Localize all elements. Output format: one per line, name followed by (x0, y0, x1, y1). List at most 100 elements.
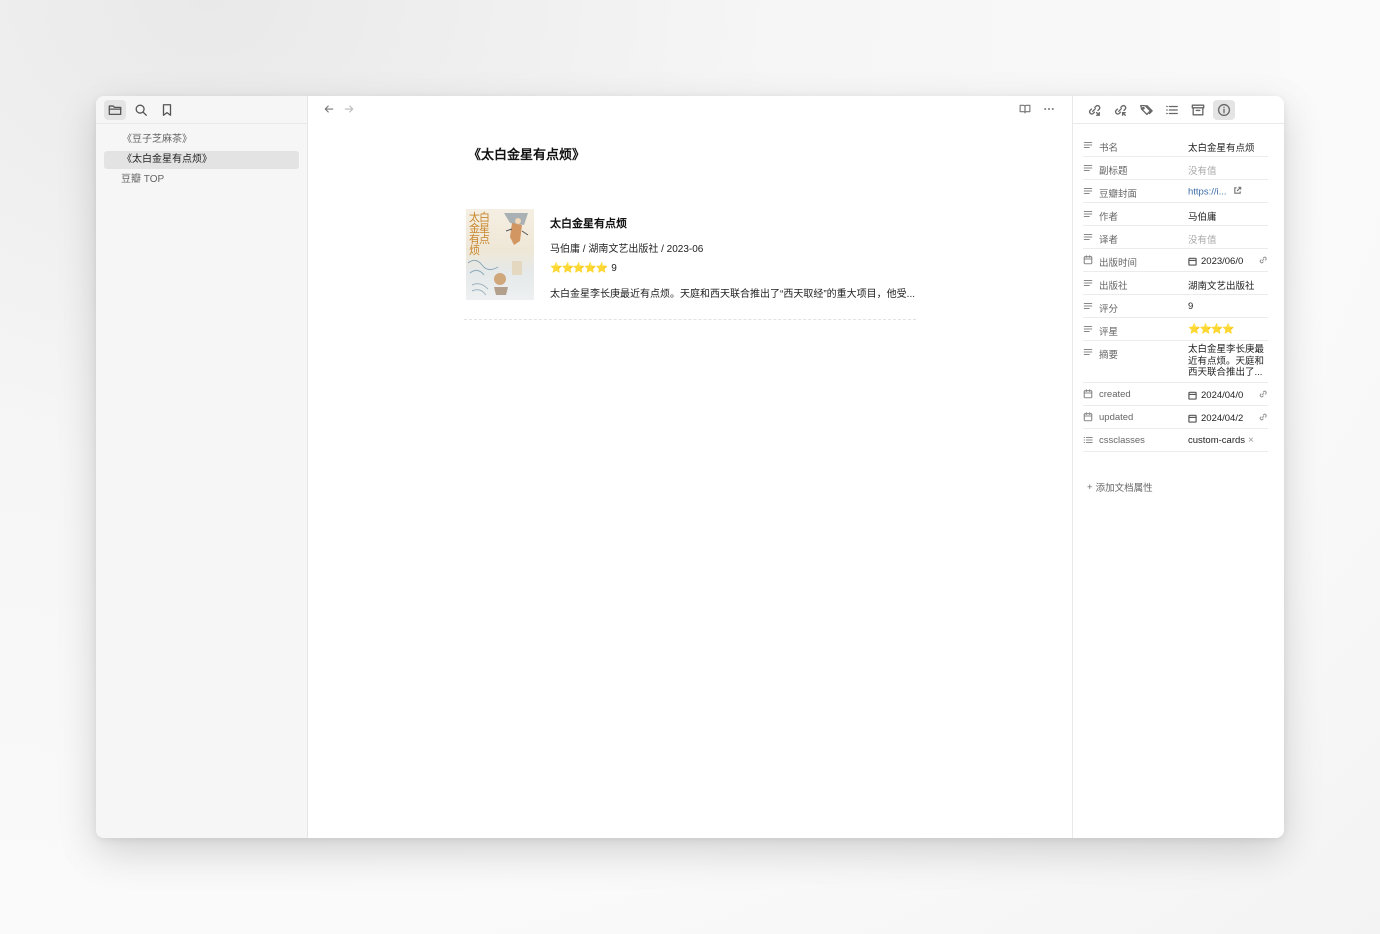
property-value[interactable]: ⭐⭐⭐⭐ (1188, 318, 1268, 335)
sidebar-toolbar (96, 96, 307, 124)
book-summary: 太白金星李长庚最近有点烦。天庭和西天联合推出了“西天取经”的重大项目，他受... (550, 289, 915, 300)
book-meta: 马伯庸 / 湖南文艺出版社 / 2023-06 (550, 244, 704, 255)
property-key[interactable]: 译者 (1099, 226, 1188, 246)
book-cover-image: 太白金星有点烦 (466, 209, 534, 300)
property-value[interactable]: 太白金星李长庚最近有点烦。天庭和西天联合推出了... (1188, 341, 1268, 381)
property-key[interactable]: 评分 (1099, 295, 1188, 315)
file-tree: 《豆子芝麻茶》 《太白金星有点烦》 豆瓣 TOP (96, 124, 307, 189)
archive-button[interactable] (1187, 100, 1209, 120)
property-row: 摘要 太白金星李长庚最近有点烦。天庭和西天联合推出了... (1083, 341, 1268, 383)
note-title[interactable]: 《太白金星有点烦》 (468, 144, 585, 163)
external-link-icon[interactable] (1233, 186, 1242, 198)
backlinks-button[interactable] (1083, 100, 1105, 120)
text-icon[interactable] (1083, 180, 1099, 199)
outline-button[interactable] (1161, 100, 1183, 120)
property-key[interactable]: 豆瓣封面 (1099, 180, 1188, 200)
calendar-small-icon (1188, 414, 1197, 423)
book-title: 太白金星有点烦 (550, 218, 627, 230)
property-link-value[interactable]: https://i... (1188, 180, 1268, 198)
date-text: 2024/04/2 (1201, 413, 1244, 424)
tags-button[interactable] (1135, 100, 1157, 120)
property-row: 评星 ⭐⭐⭐⭐ (1083, 318, 1268, 341)
text-icon[interactable] (1083, 295, 1099, 314)
calendar-icon[interactable] (1083, 383, 1099, 402)
file-sidebar: 《豆子芝麻茶》 《太白金星有点烦》 豆瓣 TOP (96, 96, 308, 838)
property-row: 出版社 湖南文艺出版社 (1083, 272, 1268, 295)
more-options-button[interactable] (1040, 100, 1058, 118)
remove-icon[interactable]: × (1248, 435, 1254, 446)
calendar-small-icon (1188, 391, 1197, 400)
property-tag-value[interactable]: custom-cards × (1188, 429, 1268, 446)
file-properties-button[interactable] (1213, 99, 1235, 120)
cover-figure-illustration (504, 213, 529, 245)
link-in-icon (1089, 104, 1101, 116)
property-value[interactable]: 马伯庸 (1188, 203, 1268, 223)
property-key[interactable]: 摘要 (1099, 341, 1188, 361)
property-key[interactable]: cssclasses (1099, 429, 1188, 446)
property-row: 评分 9 (1083, 295, 1268, 318)
property-value[interactable]: 没有值 (1188, 226, 1268, 246)
text-icon[interactable] (1083, 318, 1099, 337)
link-icon[interactable] (1258, 389, 1268, 402)
css-class-pill[interactable]: custom-cards (1188, 435, 1245, 446)
property-date-value[interactable]: 2024/04/2 (1188, 406, 1268, 425)
text-icon[interactable] (1083, 203, 1099, 222)
search-icon (135, 104, 147, 116)
text-icon[interactable] (1083, 157, 1099, 176)
property-key[interactable]: 出版社 (1099, 272, 1188, 292)
file-tree-item[interactable]: 豆瓣 TOP (104, 171, 299, 189)
bookmarks-button[interactable] (156, 100, 178, 120)
text-icon[interactable] (1083, 341, 1099, 360)
link-icon[interactable] (1258, 255, 1268, 268)
link-text[interactable]: https://i... (1188, 187, 1227, 198)
book-rating: ⭐⭐⭐⭐⭐ 9 (550, 263, 617, 274)
add-property-label: 添加文档属性 (1095, 483, 1153, 494)
property-row: 作者 马伯庸 (1083, 203, 1268, 226)
property-key[interactable]: 评星 (1099, 318, 1188, 338)
property-key[interactable]: updated (1099, 406, 1188, 423)
arrow-right-icon (344, 105, 354, 113)
file-tree-item[interactable]: 《豆子芝麻茶》 (104, 131, 299, 149)
book-card[interactable]: 太白金星有点烦 太白金星有点烦 马伯庸 / 湖南文艺出版社 / 2023-06 … (464, 206, 916, 320)
link-out-icon (1115, 104, 1127, 116)
calendar-icon[interactable] (1083, 406, 1099, 425)
rating-stars: ⭐⭐⭐⭐⭐ (550, 263, 608, 274)
date-text: 2024/04/0 (1201, 390, 1244, 401)
property-date-value[interactable]: 2024/04/0 (1188, 383, 1268, 402)
property-value[interactable]: 9 (1188, 295, 1268, 312)
back-button[interactable] (320, 100, 338, 118)
forward-button[interactable] (340, 100, 358, 118)
search-button[interactable] (130, 100, 152, 120)
right-panel-toolbar (1073, 96, 1284, 124)
app-window: 《豆子芝麻茶》 《太白金星有点烦》 豆瓣 TOP 《太白金星有点烦》 太白金星有… (96, 96, 1284, 838)
reading-view-button[interactable] (1016, 100, 1034, 118)
property-key[interactable]: 副标题 (1099, 157, 1188, 177)
property-row: updated 2024/04/2 (1083, 406, 1268, 429)
arrow-left-icon (324, 105, 334, 113)
property-key[interactable]: 出版时间 (1099, 249, 1188, 269)
text-icon[interactable] (1083, 226, 1099, 245)
property-date-value[interactable]: 2023/06/0 (1188, 249, 1268, 268)
file-explorer-button[interactable] (104, 99, 126, 120)
editor-toolbar (308, 96, 1072, 122)
text-icon[interactable] (1083, 272, 1099, 291)
property-value[interactable]: 太白金星有点烦 (1188, 134, 1268, 154)
property-row: 书名 太白金星有点烦 (1083, 134, 1268, 157)
list-icon[interactable] (1083, 429, 1099, 448)
property-value[interactable]: 湖南文艺出版社 (1188, 272, 1268, 292)
calendar-icon[interactable] (1083, 249, 1099, 268)
property-key[interactable]: created (1099, 383, 1188, 400)
file-tree-item[interactable]: 《太白金星有点烦》 (104, 151, 299, 169)
text-icon[interactable] (1083, 134, 1099, 153)
link-icon[interactable] (1258, 412, 1268, 425)
outgoing-links-button[interactable] (1109, 100, 1131, 120)
property-row: created 2024/04/0 (1083, 383, 1268, 406)
info-icon (1217, 103, 1231, 116)
add-property-button[interactable]: + 添加文档属性 (1087, 480, 1284, 495)
property-value[interactable]: 没有值 (1188, 157, 1268, 177)
property-row: 副标题 没有值 (1083, 157, 1268, 180)
property-row: cssclasses custom-cards × (1083, 429, 1268, 452)
property-key[interactable]: 作者 (1099, 203, 1188, 223)
property-key[interactable]: 书名 (1099, 134, 1188, 154)
more-horizontal-icon (1044, 107, 1054, 111)
